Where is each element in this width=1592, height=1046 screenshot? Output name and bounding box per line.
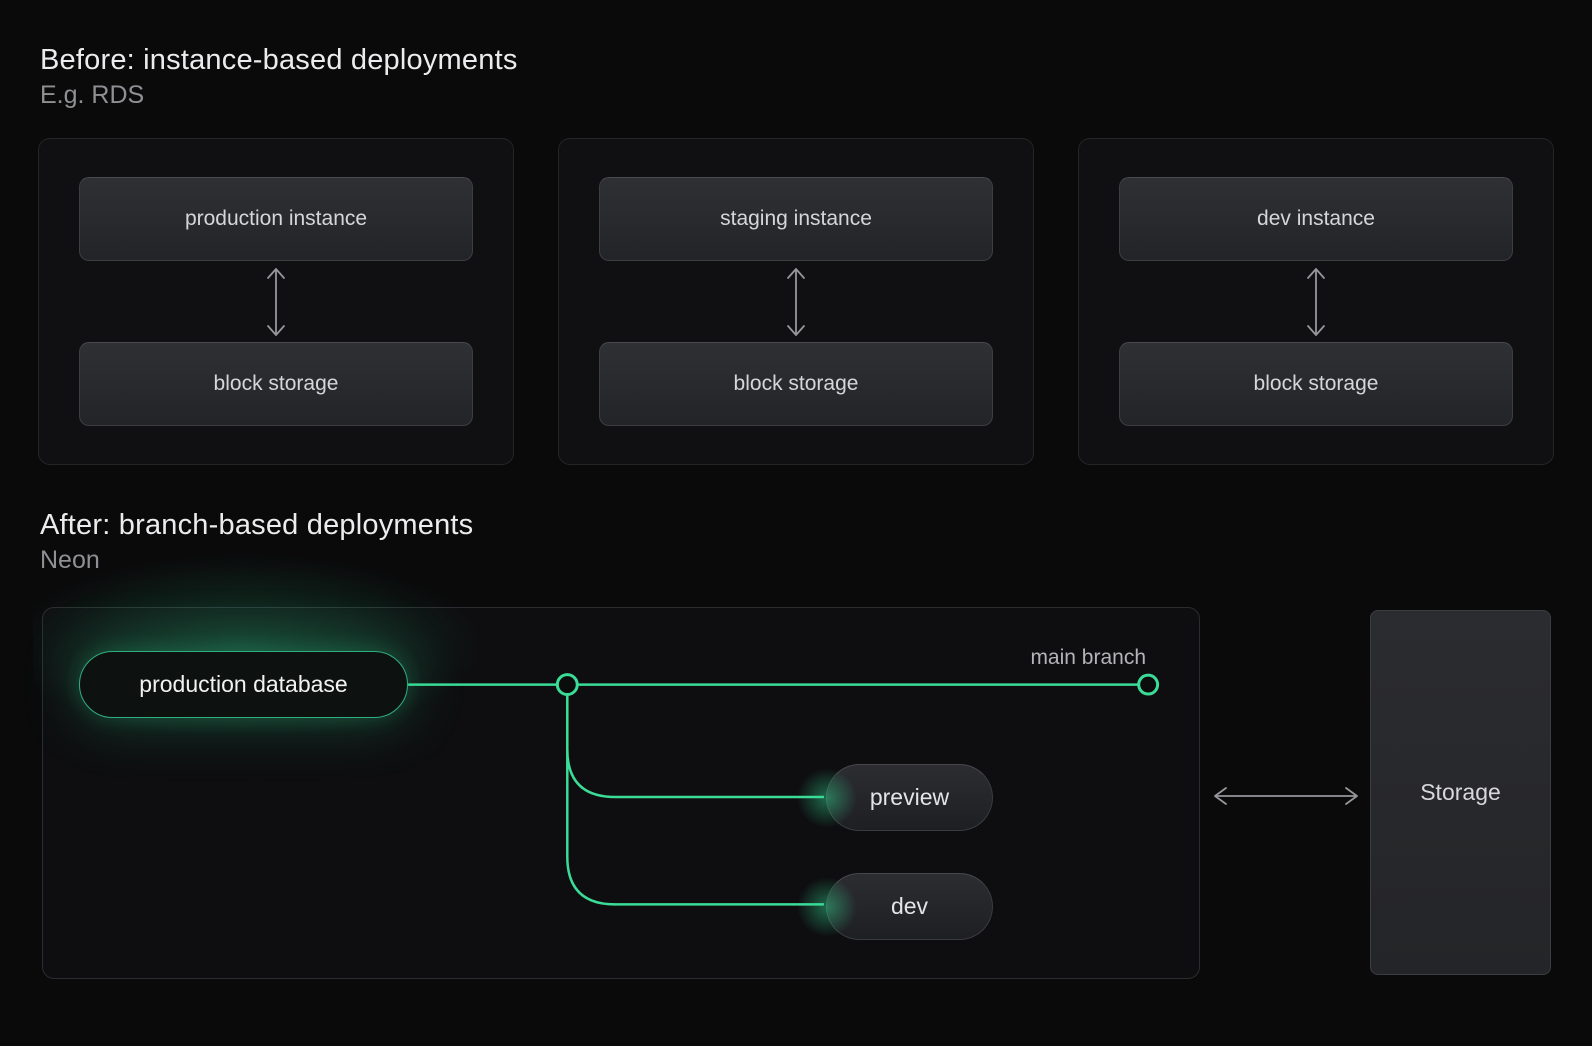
block-storage-box: block storage <box>599 342 993 426</box>
vertical-double-arrow-icon <box>267 267 285 336</box>
production-database-pill: production database <box>79 651 408 718</box>
deployment-card-staging: staging instance block storage <box>558 138 1034 465</box>
after-section-title: After: branch-based deployments <box>40 509 474 541</box>
branch-diagram-container: production database main branch preview … <box>33 546 1200 979</box>
dev-branch-pill: dev <box>793 872 993 941</box>
preview-branch-pill: preview <box>793 763 993 832</box>
dev-branch-label: dev <box>890 893 929 919</box>
dev-branch-line <box>566 684 824 906</box>
vertical-double-arrow-icon <box>1307 267 1325 336</box>
fork-node-circle <box>555 673 579 697</box>
main-branch-endpoint-circle <box>1137 673 1160 696</box>
staging-instance-box: staging instance <box>599 177 993 261</box>
dev-instance-box: dev instance <box>1119 177 1513 261</box>
block-storage-box: block storage <box>1119 342 1513 426</box>
deployment-card-production: production instance block storage <box>38 138 514 465</box>
preview-branch-label: preview <box>869 784 950 810</box>
after-section-subtitle: Neon <box>40 546 100 574</box>
production-instance-box: production instance <box>79 177 473 261</box>
main-branch-label: main branch <box>1030 646 1146 669</box>
before-cards-row: production instance block storage stagin… <box>38 138 1554 465</box>
block-storage-box: block storage <box>79 342 473 426</box>
horizontal-double-arrow-icon <box>1214 787 1358 805</box>
vertical-double-arrow-icon <box>787 267 805 336</box>
after-diagram: production database main branch preview … <box>0 546 1592 1007</box>
before-section-subtitle: E.g. RDS <box>40 81 145 109</box>
deployment-card-dev: dev instance block storage <box>1078 138 1554 465</box>
preview-branch-line <box>566 684 824 799</box>
before-section-title: Before: instance-based deployments <box>40 44 518 76</box>
storage-box: Storage <box>1370 610 1551 975</box>
